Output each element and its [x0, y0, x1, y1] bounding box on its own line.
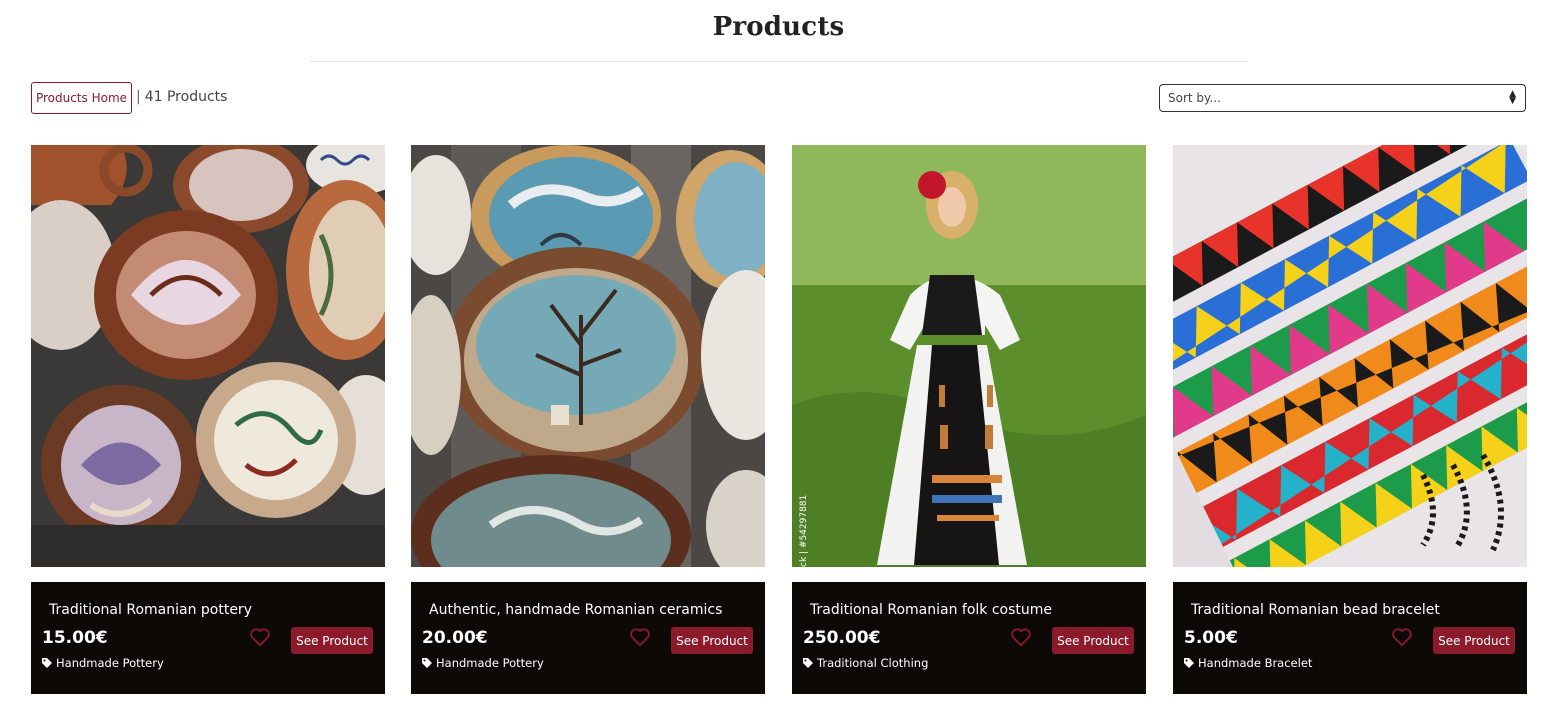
- swirled-clay-plates-photo: [31, 145, 385, 567]
- page-title: Products: [712, 12, 845, 42]
- product-card: Traditional Romanian pottery 15.00€ See …: [31, 145, 385, 694]
- product-category[interactable]: Traditional Clothing: [803, 656, 928, 670]
- sort-select[interactable]: Sort by... ▲ ▼: [1159, 84, 1526, 112]
- tag-icon: [42, 658, 52, 668]
- product-count-text: 41 Products: [144, 89, 228, 105]
- see-product-button[interactable]: See Product: [671, 627, 753, 654]
- product-category-label: Handmade Bracelet: [1198, 656, 1313, 670]
- product-category[interactable]: Handmade Pottery: [422, 656, 544, 670]
- see-product-button[interactable]: See Product: [291, 627, 373, 654]
- sort-select-value: Sort by...: [1168, 91, 1221, 105]
- product-info-panel: Traditional Romanian folk costume 250.00…: [792, 582, 1146, 694]
- product-title[interactable]: Traditional Romanian pottery: [49, 602, 252, 618]
- product-category[interactable]: Handmade Bracelet: [1184, 656, 1312, 670]
- product-title[interactable]: Traditional Romanian bead bracelet: [1191, 602, 1440, 618]
- products-home-button[interactable]: Products Home: [31, 82, 132, 114]
- product-category[interactable]: Handmade Pottery: [42, 656, 164, 670]
- separator: |: [136, 89, 141, 105]
- heart-outline-icon[interactable]: [1010, 627, 1032, 647]
- product-title[interactable]: Traditional Romanian folk costume: [810, 602, 1052, 618]
- product-info-panel: Traditional Romanian pottery 15.00€ See …: [31, 582, 385, 694]
- product-title[interactable]: Authentic, handmade Romanian ceramics: [429, 602, 722, 618]
- product-price: 250.00€: [803, 628, 881, 648]
- stock-watermark: ck | #54297881: [799, 495, 809, 567]
- product-category-label: Handmade Pottery: [56, 656, 164, 670]
- product-category-label: Handmade Pottery: [436, 656, 544, 670]
- product-card: Authentic, handmade Romanian ceramics 20…: [411, 145, 765, 694]
- product-category-label: Traditional Clothing: [817, 656, 929, 670]
- product-image-ceramics[interactable]: [411, 145, 765, 567]
- heart-outline-icon[interactable]: [629, 627, 651, 647]
- title-divider: [310, 61, 1248, 62]
- product-price: 20.00€: [422, 628, 488, 648]
- sort-arrows-icon: ▲ ▼: [1509, 89, 1516, 106]
- tag-icon: [1184, 658, 1194, 668]
- beaded-bracelets-photo: [1173, 145, 1527, 567]
- tag-icon: [422, 658, 432, 668]
- product-card: Traditional Romanian bead bracelet 5.00€…: [1173, 145, 1527, 694]
- heart-outline-icon[interactable]: [1391, 627, 1413, 647]
- painted-blue-bowls-photo: [411, 145, 765, 567]
- tag-icon: [803, 658, 813, 668]
- woman-folk-costume-photo: ck | #54297881: [792, 145, 1146, 567]
- product-price: 5.00€: [1184, 628, 1238, 648]
- product-info-panel: Traditional Romanian bead bracelet 5.00€…: [1173, 582, 1527, 694]
- product-image-bracelet[interactable]: [1173, 145, 1527, 567]
- heart-outline-icon[interactable]: [249, 627, 271, 647]
- product-price: 15.00€: [42, 628, 108, 648]
- product-image-costume[interactable]: ck | #54297881: [792, 145, 1146, 567]
- see-product-button[interactable]: See Product: [1433, 627, 1515, 654]
- product-count: | 41 Products: [136, 89, 227, 105]
- product-card: ck | #54297881 Traditional Romanian folk…: [792, 145, 1146, 694]
- product-info-panel: Authentic, handmade Romanian ceramics 20…: [411, 582, 765, 694]
- see-product-button[interactable]: See Product: [1052, 627, 1134, 654]
- product-image-pottery[interactable]: [31, 145, 385, 567]
